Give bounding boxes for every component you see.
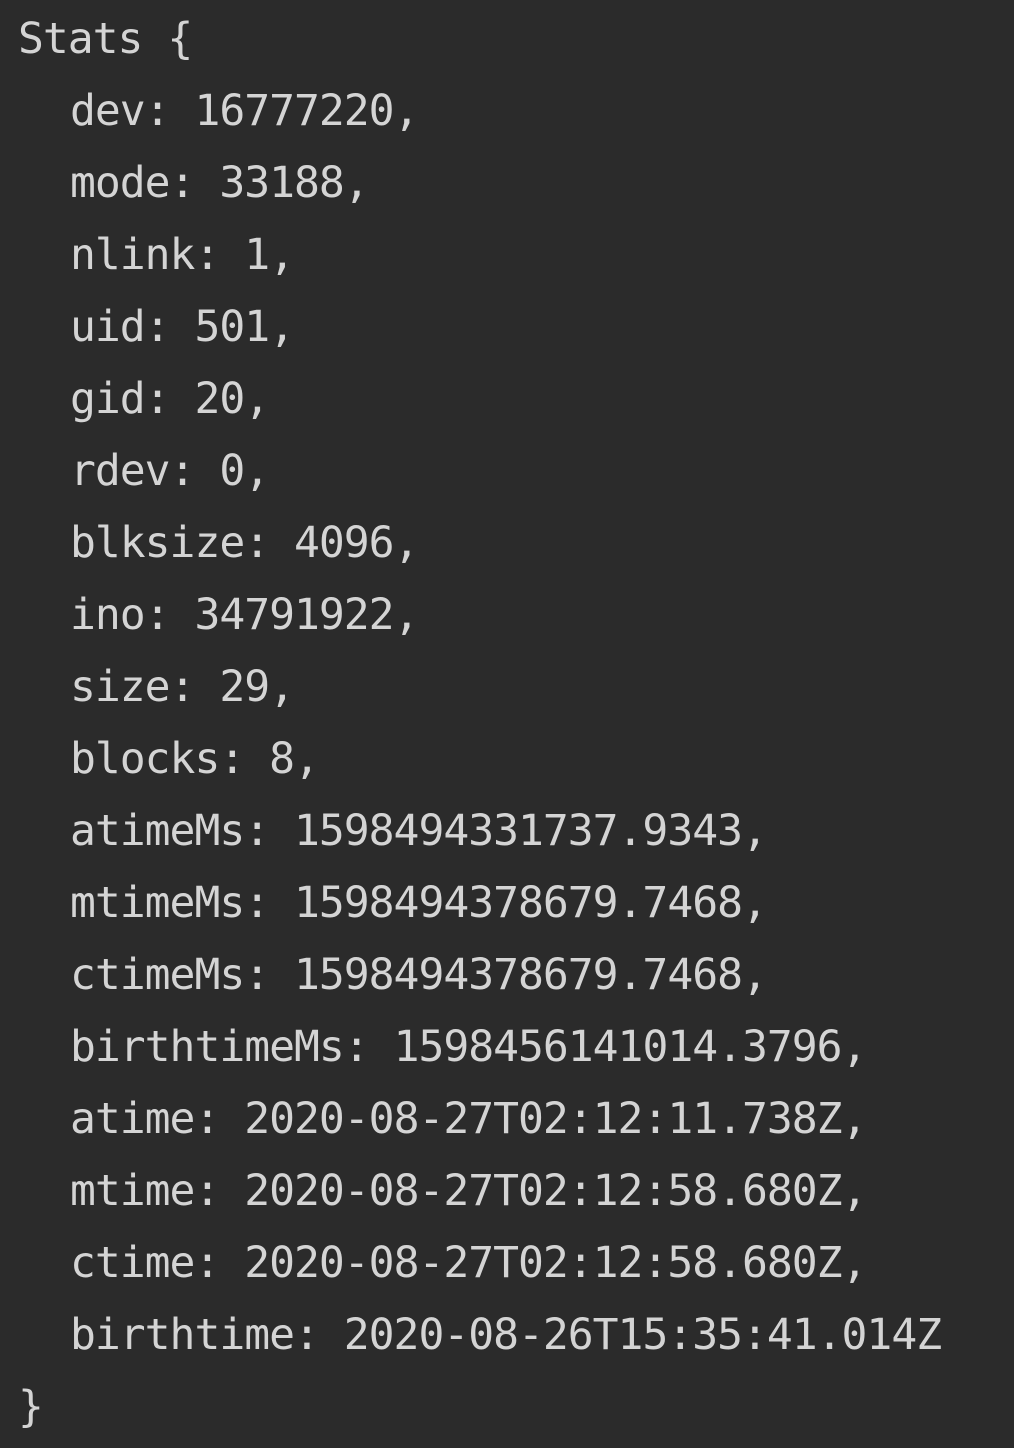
- property-value: 1598494331737.9343: [294, 806, 743, 856]
- property-suffix: ,: [742, 806, 768, 856]
- property-line: mtimeMs: 1598494378679.7468,: [70, 878, 768, 928]
- property-suffix: ,: [841, 1094, 868, 1144]
- property-line: gid: 20,: [70, 374, 270, 424]
- property-key: ino: [70, 590, 146, 640]
- property-line: ino: 34791922,: [70, 590, 420, 640]
- class-name: Stats: [18, 14, 143, 64]
- property-suffix: ,: [269, 302, 295, 352]
- property-suffix: ,: [393, 590, 420, 640]
- console-output: Stats { dev: 16777220, mode: 33188, nlink:…: [0, 0, 1014, 1448]
- property-key: blocks: [70, 734, 220, 784]
- property-line: atime: 2020-08-27T02:12:11.738Z,: [70, 1094, 868, 1144]
- property-suffix: ,: [294, 734, 320, 784]
- property-line: ctime: 2020-08-27T02:12:58.680Z,: [70, 1238, 868, 1288]
- property-value: 4096: [294, 518, 395, 568]
- property-suffix: ,: [393, 86, 420, 136]
- property-value: 8: [269, 734, 295, 784]
- property-value: 2020-08-27T02:12:58.680Z: [244, 1238, 842, 1288]
- property-line: nlink: 1,: [70, 230, 295, 280]
- property-key: uid: [70, 302, 146, 352]
- property-value: 33188: [219, 158, 344, 208]
- property-suffix: ,: [244, 446, 270, 496]
- property-line: atimeMs: 1598494331737.9343,: [70, 806, 768, 856]
- property-line: blocks: 8,: [70, 734, 320, 784]
- property-key: mode: [70, 158, 171, 208]
- property-key: nlink: [70, 230, 195, 280]
- property-suffix: ,: [742, 878, 768, 928]
- property-key: birthtimeMs: [70, 1022, 345, 1072]
- property-suffix: ,: [393, 518, 420, 568]
- property-line: dev: 16777220,: [70, 86, 420, 136]
- property-suffix: ,: [269, 230, 295, 280]
- property-key: blksize: [70, 518, 245, 568]
- property-key: rdev: [70, 446, 171, 496]
- property-suffix: ,: [343, 158, 370, 208]
- property-key: ctimeMs: [70, 950, 245, 1000]
- object-header: Stats {: [0, 3, 1014, 75]
- property-value: 1598494378679.7468: [294, 950, 743, 1000]
- property-key: mtimeMs: [70, 878, 245, 928]
- property-value: 1: [244, 230, 270, 280]
- property-suffix: ,: [244, 374, 270, 424]
- property-line: birthtime: 2020-08-26T15:35:41.014Z: [70, 1310, 942, 1360]
- property-key: atimeMs: [70, 806, 245, 856]
- property-key: size: [70, 662, 171, 712]
- property-line: mtime: 2020-08-27T02:12:58.680Z,: [70, 1166, 868, 1216]
- property-value: 1598494378679.7468: [294, 878, 743, 928]
- property-line: blksize: 4096,: [70, 518, 420, 568]
- property-suffix: ,: [742, 950, 768, 1000]
- property-key: gid: [70, 374, 146, 424]
- property-value: 501: [194, 302, 270, 352]
- property-value: 2020-08-27T02:12:11.738Z: [244, 1094, 842, 1144]
- property-value: 2020-08-27T02:12:58.680Z: [244, 1166, 842, 1216]
- property-suffix: ,: [841, 1238, 868, 1288]
- property-key: ctime: [70, 1238, 195, 1288]
- property-value: 1598456141014.3796: [393, 1022, 843, 1072]
- property-line: uid: 501,: [70, 302, 295, 352]
- property-value: 16777220: [194, 86, 394, 136]
- property-line: rdev: 0,: [70, 446, 270, 496]
- open-brace: {: [167, 14, 193, 64]
- property-suffix: ,: [841, 1022, 868, 1072]
- property-value: 2020-08-26T15:35:41.014Z: [343, 1310, 942, 1360]
- property-key: birthtime: [70, 1310, 295, 1360]
- property-line: birthtimeMs: 1598456141014.3796,: [70, 1022, 868, 1072]
- close-brace: }: [18, 1382, 44, 1432]
- property-suffix: ,: [269, 662, 295, 712]
- property-key: mtime: [70, 1166, 195, 1216]
- property-value: 20: [194, 374, 245, 424]
- property-line: ctimeMs: 1598494378679.7468,: [70, 950, 768, 1000]
- property-key: dev: [70, 86, 146, 136]
- property-key: atime: [70, 1094, 195, 1144]
- property-line: mode: 33188,: [70, 158, 370, 208]
- property-value: 29: [219, 662, 270, 712]
- property-value: 0: [219, 446, 245, 496]
- property-line: size: 29,: [70, 662, 295, 712]
- object-footer: }: [0, 1371, 1014, 1443]
- property-list: dev: 16777220, mode: 33188, nlink: 1, uid: …: [0, 75, 1014, 1371]
- property-suffix: ,: [841, 1166, 868, 1216]
- property-value: 34791922: [194, 590, 394, 640]
